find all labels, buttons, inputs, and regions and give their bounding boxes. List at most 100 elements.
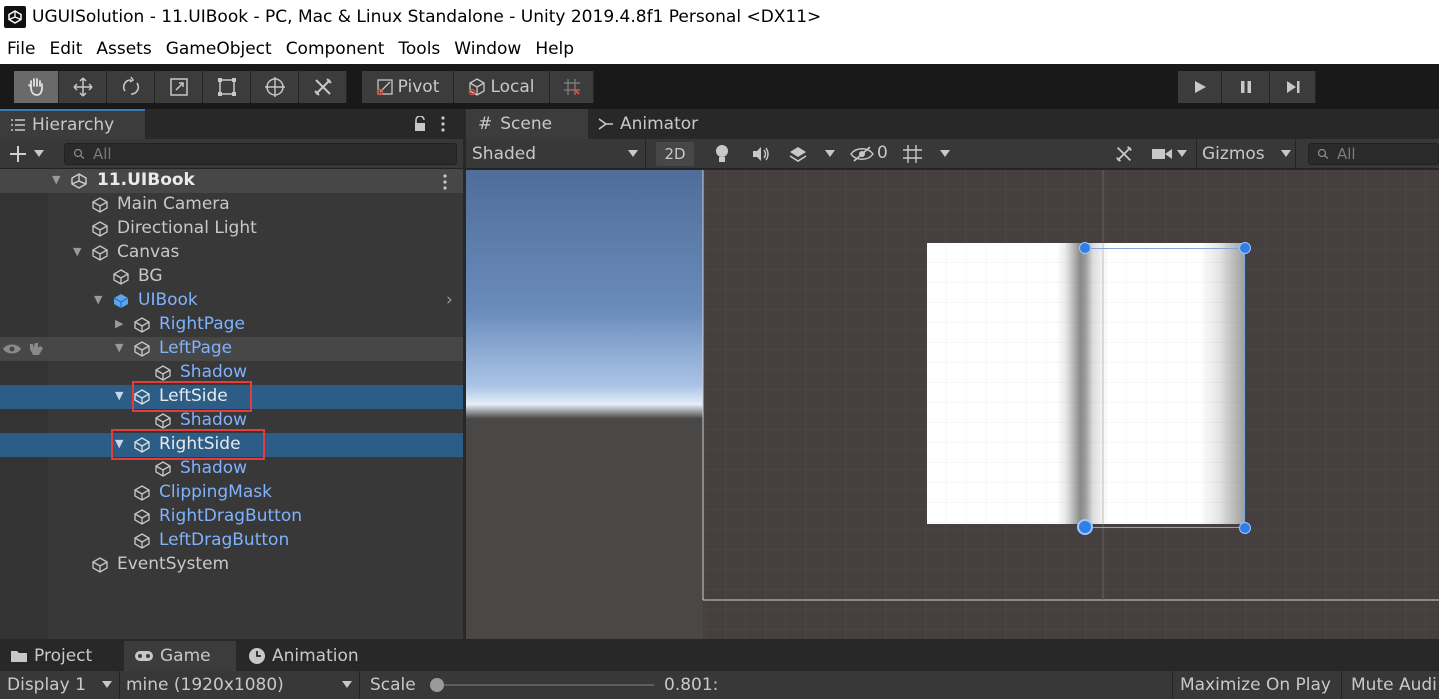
visibility-eye-icon[interactable] (2, 342, 22, 356)
menu-window[interactable]: Window (454, 39, 521, 59)
custom-tool-button[interactable] (299, 71, 347, 103)
tools-icon[interactable] (1114, 144, 1134, 164)
hidden-objects-eye-icon[interactable] (850, 146, 874, 162)
tab-game[interactable]: Game (124, 641, 236, 671)
tab-hierarchy[interactable]: Hierarchy (0, 109, 145, 139)
kebab-menu-icon[interactable] (442, 174, 448, 190)
hierarchy-item-label: Directional Light (117, 218, 257, 238)
hierarchy-item-leftpage[interactable]: ▼ LeftPage (0, 337, 463, 361)
gameobject-cube-icon (134, 533, 150, 549)
rect-handle-top-right[interactable] (1239, 242, 1251, 254)
hierarchy-item-label: EventSystem (117, 554, 230, 574)
hierarchy-item-uibook[interactable]: ▼ UIBook › (0, 289, 463, 313)
rect-tool-button[interactable] (203, 71, 251, 103)
rect-handle-top-left[interactable] (1079, 242, 1091, 254)
pickable-hand-icon[interactable] (27, 341, 45, 357)
hand-icon (28, 78, 43, 96)
menu-file[interactable]: File (7, 39, 35, 59)
hierarchy-item-bg[interactable]: BG (0, 265, 463, 289)
dropdown-arrow-icon[interactable] (1177, 150, 1187, 158)
hierarchy-item-rightpage[interactable]: ▶ RightPage (0, 313, 463, 337)
pivot-tools: Pivot Local (362, 71, 594, 103)
search-icon (1317, 148, 1329, 159)
dropdown-arrow-icon[interactable] (940, 150, 950, 158)
move-tool-button[interactable] (59, 71, 107, 103)
gizmos-dropdown[interactable]: Gizmos (1196, 139, 1296, 169)
rect-handle-bottom-right[interactable] (1239, 522, 1251, 534)
lighting-bulb-icon[interactable] (714, 144, 730, 164)
pause-button[interactable] (1222, 71, 1270, 103)
menu-edit[interactable]: Edit (49, 39, 82, 59)
hierarchy-item-main-camera[interactable]: Main Camera (0, 193, 463, 217)
scale-slider-track[interactable] (438, 684, 654, 686)
rotate-tool-button[interactable] (107, 71, 155, 103)
tab-project[interactable]: Project (0, 641, 122, 671)
lock-icon[interactable] (413, 116, 427, 132)
resolution-dropdown[interactable]: mine (1920x1080) (120, 671, 360, 699)
effects-layers-icon[interactable] (788, 145, 808, 163)
menu-tools[interactable]: Tools (398, 39, 440, 59)
snap-grid-button[interactable] (550, 71, 594, 103)
audio-speaker-icon[interactable] (751, 146, 771, 162)
display-dropdown[interactable]: Display 1 (0, 671, 120, 699)
maximize-on-play-toggle[interactable]: Maximize On Play (1172, 671, 1342, 699)
hierarchy-item-rightdragbutton[interactable]: RightDragButton (0, 505, 463, 529)
scene-search-placeholder: All (1337, 145, 1356, 163)
menu-bar: File Edit Assets GameObject Component To… (0, 34, 1439, 64)
tab-scene[interactable]: # Scene (466, 109, 588, 139)
hierarchy-item-leftdragbutton[interactable]: LeftDragButton (0, 529, 463, 553)
mute-label: Mute Audi (1351, 675, 1437, 695)
pivot-toggle-button[interactable]: Pivot (362, 71, 454, 103)
menu-assets[interactable]: Assets (96, 39, 151, 59)
tools-icon (313, 78, 332, 96)
hierarchy-item-clippingmask[interactable]: ClippingMask (0, 481, 463, 505)
hierarchy-search-input[interactable]: All (64, 143, 457, 165)
dropdown-arrow-icon (628, 150, 638, 157)
gameobject-cube-icon (155, 365, 171, 381)
tab-animation[interactable]: Animation (240, 641, 380, 671)
hierarchy-item-shadow[interactable]: Shadow (0, 457, 463, 481)
scene-viewport[interactable] (466, 170, 1439, 639)
camera-icon[interactable] (1151, 147, 1173, 161)
mute-audio-toggle[interactable]: Mute Audi (1343, 671, 1439, 699)
hierarchy-item-label: Shadow (180, 458, 248, 478)
shading-mode-dropdown[interactable]: Shaded (466, 139, 646, 169)
gameobject-cube-icon (134, 341, 150, 357)
step-button[interactable] (1270, 71, 1316, 103)
tab-animator[interactable]: Animator (598, 109, 718, 139)
kebab-menu-icon[interactable] (440, 116, 446, 132)
rect-handle-bottom-left[interactable] (1077, 519, 1093, 535)
menu-help[interactable]: Help (535, 39, 574, 59)
hand-tool-button[interactable] (14, 71, 59, 103)
scale-slider-thumb[interactable] (430, 678, 444, 692)
menu-component[interactable]: Component (286, 39, 385, 59)
scene-search-input[interactable]: All (1308, 143, 1439, 165)
add-icon[interactable] (9, 145, 27, 163)
dropdown-arrow-icon[interactable] (34, 150, 44, 158)
transform-tool-button[interactable] (251, 71, 299, 103)
expand-arrow-icon[interactable]: ▼ (94, 293, 106, 307)
hierarchy-item-label: Shadow (180, 410, 248, 430)
hierarchy-item-directional-light[interactable]: Directional Light (0, 217, 463, 241)
gizmos-label: Gizmos (1202, 144, 1265, 164)
play-button[interactable] (1178, 71, 1222, 103)
scale-tool-button[interactable] (155, 71, 203, 103)
expand-arrow-icon[interactable]: ▼ (115, 341, 127, 355)
menu-gameobject[interactable]: GameObject (166, 39, 272, 59)
scene-root-row[interactable]: ▼ 11.UIBook (0, 169, 463, 193)
hierarchy-item-canvas[interactable]: ▼ Canvas (0, 241, 463, 265)
local-toggle-button[interactable]: Local (454, 71, 550, 103)
local-label: Local (490, 77, 535, 97)
unity-scene-icon (71, 173, 87, 189)
gameobject-cube-icon (113, 269, 129, 285)
grid-toggle-icon[interactable] (902, 144, 924, 164)
chevron-right-icon[interactable]: › (446, 290, 453, 310)
window-title-bar: UGUISolution - 11.UIBook - PC, Mac & Lin… (0, 0, 1439, 34)
dropdown-arrow-icon[interactable] (825, 150, 835, 158)
expand-arrow-icon[interactable]: ▼ (115, 389, 127, 403)
hierarchy-item-label: BG (138, 266, 163, 286)
collapsed-arrow-icon[interactable]: ▶ (115, 317, 127, 331)
hierarchy-item-eventsystem[interactable]: EventSystem (0, 553, 463, 577)
expand-arrow-icon[interactable]: ▼ (73, 245, 85, 259)
2d-mode-button[interactable]: 2D (656, 142, 694, 166)
